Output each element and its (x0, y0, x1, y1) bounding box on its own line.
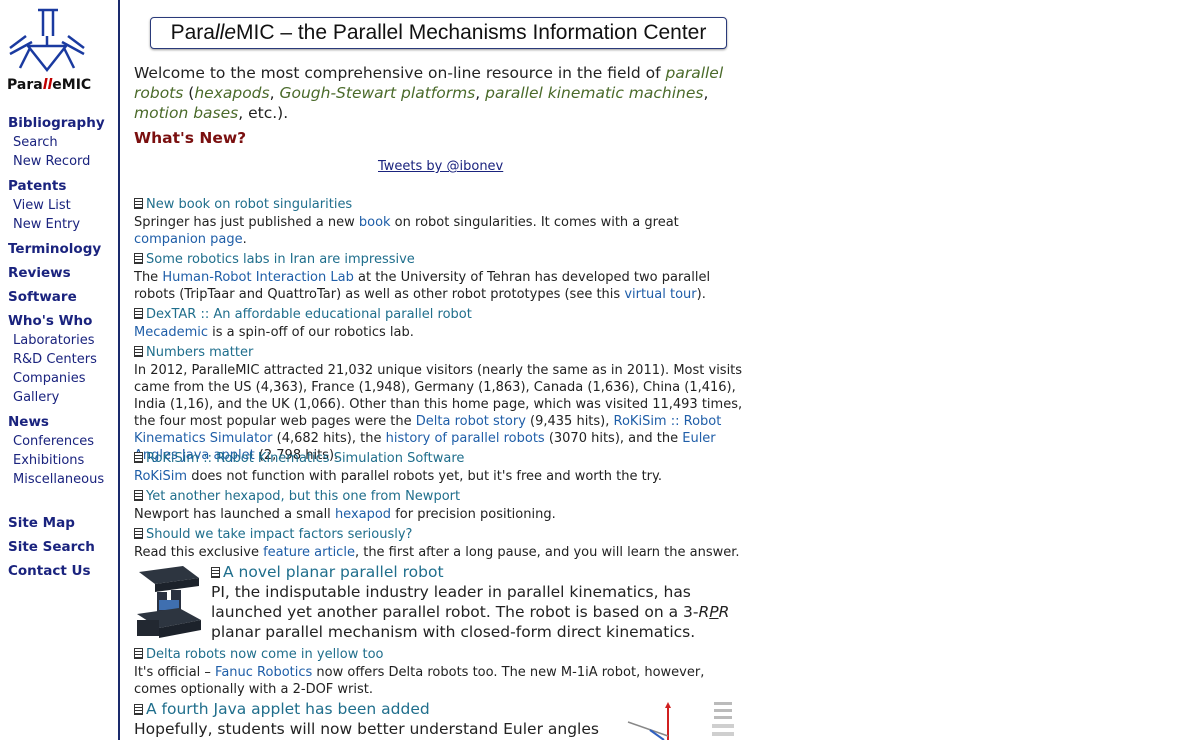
nav-patents-new-entry[interactable]: New Entry (13, 217, 80, 232)
nav-reviews[interactable]: Reviews (8, 265, 71, 281)
nav-patents[interactable]: Patents (8, 178, 66, 194)
news-title-8[interactable]: A novel planar parallel robot (211, 563, 444, 581)
news-body-9: It's official – Fanuc Robotics now offer… (134, 665, 705, 697)
news-body-8: PI, the indisputable industry leader in … (211, 583, 730, 641)
bullet-icon (211, 567, 220, 578)
news-title-2[interactable]: Some robotics labs in Iran are impressiv… (134, 252, 415, 267)
nav-bibliography[interactable]: Bibliography (8, 115, 105, 131)
link-pkm[interactable]: parallel kinematic machines (485, 84, 703, 102)
news-body-10: Hopefully, students will now better unde… (134, 720, 599, 738)
nav-laboratories[interactable]: Laboratories (13, 333, 95, 348)
link-motion-bases[interactable]: motion bases (134, 104, 238, 122)
news-title-10[interactable]: A fourth Java applet has been added (134, 700, 430, 718)
sidebar: ParalleMIC Bibliography Search New Recor… (0, 0, 120, 740)
news-title-9[interactable]: Delta robots now come in yellow too (134, 647, 384, 662)
news-body-1: Springer has just published a new book o… (134, 215, 679, 247)
site-banner: ParalleMIC – the Parallel Mechanisms Inf… (150, 17, 727, 49)
bullet-icon (134, 648, 143, 659)
news-body-4: In 2012, ParalleMIC attracted 21,032 uni… (134, 363, 743, 463)
news-title-3[interactable]: DexTAR :: An affordable educational para… (134, 307, 472, 322)
nav-contact-us[interactable]: Contact Us (8, 563, 91, 579)
news-title-6[interactable]: Yet another hexapod, but this one from N… (134, 489, 460, 504)
nav-bibliography-search[interactable]: Search (13, 135, 58, 150)
nav-bibliography-new-record[interactable]: New Record (13, 154, 90, 169)
bullet-icon (134, 528, 143, 539)
news-body-5: RoKiSim does not function with parallel … (134, 469, 663, 484)
news-title-5[interactable]: RoKiSim :: Robot Kinematics Simulation S… (134, 451, 464, 466)
euler-applet-image[interactable] (626, 700, 736, 740)
news-body-7: Read this exclusive feature article, the… (134, 545, 740, 560)
link-mecademic[interactable]: Mecademic (134, 325, 208, 340)
link-fanuc[interactable]: Fanuc Robotics (215, 665, 312, 680)
nav-exhibitions[interactable]: Exhibitions (13, 453, 84, 468)
link-hri-lab[interactable]: Human-Robot Interaction Lab (162, 270, 354, 285)
nav-site-map[interactable]: Site Map (8, 515, 75, 531)
planar-robot-image[interactable] (135, 564, 203, 640)
bullet-icon (134, 253, 143, 264)
link-delta-robot-story[interactable]: Delta robot story (416, 414, 526, 429)
logo-wordmark[interactable]: ParalleMIC (7, 77, 91, 93)
bullet-icon (134, 346, 143, 357)
link-history[interactable]: history of parallel robots (386, 431, 545, 446)
tweets-link[interactable]: Tweets by @ibonev (378, 159, 503, 174)
nav-rd-centers[interactable]: R&D Centers (13, 352, 97, 367)
welcome-text: Welcome to the most comprehensive on-lin… (134, 64, 724, 122)
nav-site-search[interactable]: Site Search (8, 539, 95, 555)
news-title-1[interactable]: New book on robot singularities (134, 197, 352, 212)
news-title-4[interactable]: Numbers matter (134, 345, 253, 360)
link-feature-article[interactable]: feature article (263, 545, 355, 560)
nav-terminology[interactable]: Terminology (8, 241, 101, 257)
news-title-7[interactable]: Should we take impact factors seriously? (134, 527, 412, 542)
link-companion-page[interactable]: companion page (134, 232, 243, 247)
link-hexapods[interactable]: hexapods (194, 84, 269, 102)
bullet-icon (134, 490, 143, 501)
nav-whos-who[interactable]: Who's Who (8, 313, 92, 329)
nav-patents-view-list[interactable]: View List (13, 198, 71, 213)
nav-gallery[interactable]: Gallery (13, 390, 59, 405)
bullet-icon (134, 198, 143, 209)
link-rokisim-2[interactable]: RoKiSim (134, 469, 187, 484)
whats-new-heading: What's New? (134, 129, 247, 147)
bullet-icon (134, 704, 143, 715)
nav-companies[interactable]: Companies (13, 371, 86, 386)
news-body-6: Newport has launched a small hexapod for… (134, 507, 556, 522)
link-hexapod[interactable]: hexapod (335, 507, 391, 522)
news-body-2: The Human-Robot Interaction Lab at the U… (134, 270, 711, 302)
link-virtual-tour[interactable]: virtual tour (624, 287, 696, 302)
bullet-icon (134, 308, 143, 319)
bullet-icon (134, 452, 143, 463)
nav-miscellaneous[interactable]: Miscellaneous (13, 472, 104, 487)
link-book[interactable]: book (359, 215, 391, 230)
nav-news[interactable]: News (8, 414, 49, 430)
news-body-3: Mecademic is a spin-off of our robotics … (134, 325, 414, 340)
nav-software[interactable]: Software (8, 289, 77, 305)
nav-conferences[interactable]: Conferences (13, 434, 94, 449)
link-gough-stewart[interactable]: Gough-Stewart platforms (279, 84, 475, 102)
